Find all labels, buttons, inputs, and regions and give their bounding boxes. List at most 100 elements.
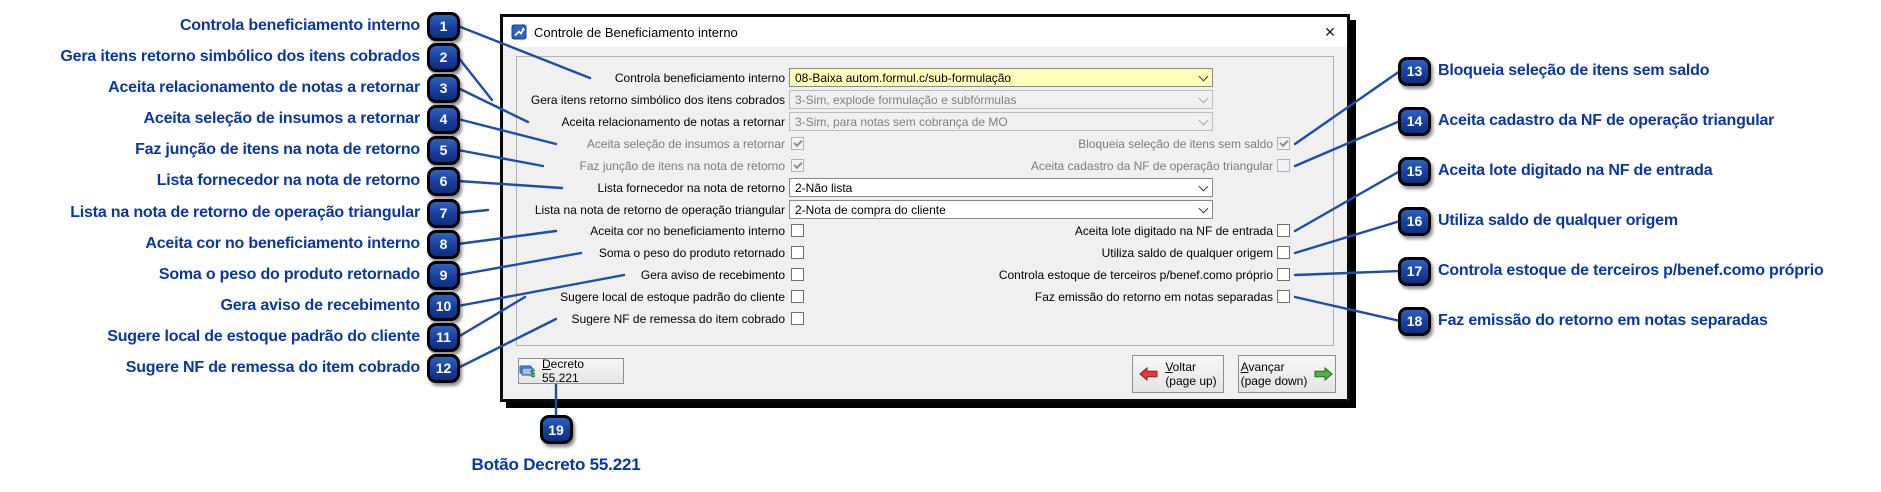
title-bar: Controle de Beneficiamento interno ✕: [503, 17, 1347, 47]
callout-badge: 18: [1398, 306, 1431, 336]
form-row: Lista na nota de retorno de operação tri…: [517, 199, 1333, 221]
field-label: Gera itens retorno simbólico dos itens c…: [530, 93, 785, 107]
callout-badge: 2: [427, 42, 460, 72]
callout-badge: 19: [539, 415, 573, 444]
callout-5: Faz junção de itens na nota de retorno 5: [0, 135, 460, 165]
close-icon[interactable]: ✕: [1313, 17, 1347, 47]
callout-badge: 12: [427, 353, 460, 383]
app-icon: [511, 24, 527, 40]
chevron-down-icon[interactable]: [1194, 201, 1212, 218]
checkbox-sugere-nf-remessa[interactable]: [791, 312, 804, 325]
avancar-button[interactable]: Avançar (page down): [1238, 355, 1336, 393]
checkbox-faz-emissao-retorno-separadas[interactable]: [1277, 290, 1290, 303]
chevron-down-icon[interactable]: [1194, 179, 1212, 196]
field-label: Lista fornecedor na nota de retorno: [597, 181, 785, 195]
callout-badge: 17: [1398, 256, 1431, 286]
callout-badge: 16: [1398, 206, 1431, 236]
checkbox-aceita-cadastro-nf-triangular: [1277, 159, 1290, 172]
callout-6: Lista fornecedor na nota de retorno 6: [0, 166, 460, 196]
callout-10: Gera aviso de recebimento 10: [0, 291, 460, 321]
callout-label: Gera itens retorno simbólico dos itens c…: [60, 48, 420, 65]
field-label: Aceita cor no beneficiamento interno: [590, 224, 785, 238]
combo-value: 2-Não lista: [795, 180, 853, 195]
button-label: Voltar (page up): [1165, 359, 1217, 388]
callout-17: 17 Controla estoque de terceiros p/benef.…: [1398, 256, 1824, 286]
callout-label: Aceita seleção de insumos a retornar: [143, 110, 421, 127]
checkbox-utiliza-saldo-qualquer-origem[interactable]: [1277, 246, 1290, 259]
combo-value: 08-Baixa autom.formul.c/sub-formulação: [795, 70, 1012, 85]
callout-4: Aceita seleção de insumos a retornar 4: [0, 104, 460, 134]
callout-badge: 7: [427, 198, 460, 228]
checkbox-soma-peso-produto[interactable]: [791, 246, 804, 259]
decreto-55221-button[interactable]: $ Decreto 55.221: [518, 357, 624, 385]
callout-label: Sugere NF de remessa do item cobrado: [125, 359, 420, 376]
chevron-down-icon: [1194, 91, 1212, 108]
callout-label: Aceita lote digitado na NF de entrada: [1438, 162, 1713, 179]
field-label: Lista na nota de retorno de operação tri…: [534, 203, 785, 217]
window-title: Controle de Beneficiamento interno: [534, 24, 738, 40]
voltar-button[interactable]: Voltar (page up): [1132, 355, 1224, 393]
callout-label: Utiliza saldo de qualquer origem: [1438, 212, 1678, 229]
annotated-screenshot: Controle de Beneficiamento interno ✕ Con…: [0, 0, 1881, 492]
callout-2: Gera itens retorno simbólico dos itens c…: [0, 42, 460, 72]
checkbox-bloqueia-selecao-itens-sem-saldo: [1277, 137, 1290, 150]
form-row: Aceita cor no beneficiamento interno Ace…: [517, 220, 1333, 242]
callout-11: Sugere local de estoque padrão do client…: [0, 322, 460, 352]
field-label: Gera aviso de recebimento: [640, 268, 785, 282]
combo-value: 3-Sim, explode formulação e subfórmulas: [795, 92, 1017, 107]
field-label: Faz emissão do retorno em notas separada…: [1034, 290, 1273, 304]
checkbox-aceita-lote-digitado[interactable]: [1277, 224, 1290, 237]
button-label: Avançar (page down): [1240, 359, 1308, 388]
callout-label: Aceita relacionamento de notas a retorna…: [108, 79, 420, 96]
callout-18: 18 Faz emissão do retorno em notas separa…: [1398, 306, 1768, 336]
callout-badge: 13: [1398, 56, 1431, 86]
form-row: Sugere local de estoque padrão do client…: [517, 286, 1333, 308]
field-label: Aceita seleção de insumos a retornar: [586, 137, 785, 151]
checkbox-gera-aviso-recebimento[interactable]: [791, 268, 804, 281]
callout-label: Lista fornecedor na nota de retorno: [156, 172, 420, 189]
callout-14: 14 Aceita cadastro da NF de operação tria…: [1398, 106, 1774, 136]
callout-16: 16 Utiliza saldo de qualquer origem: [1398, 206, 1678, 236]
field-label: Aceita cadastro da NF de operação triang…: [1030, 159, 1273, 173]
callout-label: Lista na nota de retorno de operação tri…: [70, 204, 420, 221]
callout-9: Soma o peso do produto retornado 9: [0, 260, 460, 290]
callout-badge: 4: [427, 104, 460, 134]
combo-lista-nota-retorno-triangular[interactable]: 2-Nota de compra do cliente: [789, 200, 1213, 219]
form-row: Gera itens retorno simbólico dos itens c…: [517, 89, 1333, 111]
callout-badge: 3: [427, 73, 460, 103]
combo-lista-fornecedor[interactable]: 2-Não lista: [789, 178, 1213, 197]
combo-aceita-relacionamento-notas: 3-Sim, para notas sem cobrança de MO: [789, 112, 1213, 131]
callout-label: Botão Decreto 55.221: [471, 455, 641, 474]
field-label: Utiliza saldo de qualquer origem: [1101, 246, 1273, 260]
checkbox-sugere-local-estoque[interactable]: [791, 290, 804, 303]
field-label: Soma o peso do produto retornado: [598, 246, 785, 260]
callout-label: Sugere local de estoque padrão do client…: [107, 328, 420, 345]
form-row: Sugere NF de remessa do item cobrado: [517, 308, 1333, 330]
callout-label: Faz emissão do retorno em notas separada…: [1438, 312, 1768, 329]
checkbox-controla-estoque-terceiros[interactable]: [1277, 268, 1290, 281]
chevron-down-icon[interactable]: [1194, 69, 1212, 86]
field-label: Controla beneficiamento interno: [614, 71, 785, 85]
field-label: Bloqueia seleção de itens sem saldo: [1078, 137, 1273, 151]
callout-7: Lista na nota de retorno de operação tri…: [0, 198, 460, 228]
field-label: Controla estoque de terceiros p/benef.co…: [998, 268, 1273, 282]
combo-controla-beneficiamento-interno[interactable]: 08-Baixa autom.formul.c/sub-formulação: [789, 68, 1213, 87]
callout-19: 19 Botão Decreto 55.221: [446, 415, 666, 475]
callout-label: Controla estoque de terceiros p/benef.co…: [1438, 262, 1824, 279]
callout-label: Controla beneficiamento interno: [179, 17, 420, 34]
callout-3: Aceita relacionamento de notas a retorna…: [0, 73, 460, 103]
callout-label: Aceita cadastro da NF de operação triang…: [1438, 112, 1775, 129]
checkbox-aceita-selecao-insumos: [791, 137, 804, 150]
checkbox-aceita-cor-beneficiamento[interactable]: [791, 224, 804, 237]
callout-15: 15 Aceita lote digitado na NF de entrada: [1398, 156, 1713, 186]
callout-label: Bloqueia seleção de itens sem saldo: [1438, 62, 1710, 79]
dialog-controle-beneficiamento: Controle de Beneficiamento interno ✕ Con…: [500, 14, 1350, 402]
form-row: Controla beneficiamento interno 08-Baixa…: [517, 67, 1333, 89]
form-row: Aceita relacionamento de notas a retorna…: [517, 111, 1333, 133]
callout-label: Soma o peso do produto retornado: [158, 266, 420, 283]
field-label: Sugere NF de remessa do item cobrado: [571, 312, 785, 326]
callout-badge: 15: [1398, 156, 1431, 186]
form-row: Lista fornecedor na nota de retorno 2-Nã…: [517, 177, 1333, 199]
svg-text:$: $: [530, 368, 535, 378]
checkbox-faz-juncao-itens: [791, 159, 804, 172]
